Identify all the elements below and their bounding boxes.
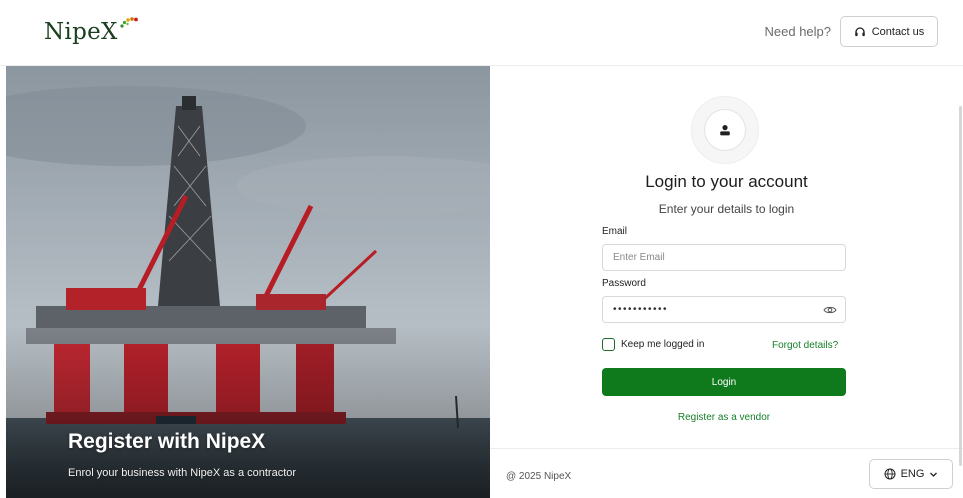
hero-panel: Register with NipeX Enrol your business … [6,66,490,498]
login-button[interactable]: Login [602,368,846,396]
user-icon [720,125,730,136]
login-panel: Login to your account Enter your details… [490,66,963,498]
contact-us-button[interactable]: Contact us [840,16,938,47]
contact-us-label: Contact us [871,25,925,38]
keep-logged-in-label[interactable]: Keep me logged in [621,339,704,350]
footer-divider [490,448,963,449]
eye-icon[interactable] [823,303,837,317]
globe-icon [884,468,896,480]
copyright-text: @ 2025 NipeX [506,471,572,482]
forgot-details-link[interactable]: Forgot details? [772,340,838,351]
avatar [704,109,746,151]
logo-mark-icon [120,17,138,28]
logo-text: NipeX [44,19,118,45]
hero-title: Register with NipeX [68,430,266,453]
register-vendor-link: Register as a vendor [490,412,958,423]
password-field[interactable] [602,296,846,323]
page-scrollbar[interactable] [958,66,963,498]
scroll-thumb[interactable] [959,106,962,466]
register-vendor-label[interactable]: Register as a vendor [678,412,770,423]
need-help-text: Need help? [764,24,832,39]
language-label: ENG [900,468,925,480]
nipex-logo[interactable]: NipeX [44,16,139,48]
login-title: Login to your account [645,172,808,191]
password-label: Password [602,278,646,289]
login-subtitle: Enter your details to login [658,202,795,216]
email-field[interactable] [602,244,846,271]
language-selector[interactable]: ENG [869,459,953,489]
keep-logged-in-checkbox[interactable] [602,338,615,351]
hero-subtitle: Enrol your business with NipeX as a cont… [68,467,297,479]
headset-icon [854,26,865,36]
top-header: NipeX Need help? Contact us [0,0,963,66]
keep-logged-in-row: Keep me logged in [602,338,704,351]
email-label: Email [602,226,628,237]
chevron-down-icon [930,472,938,477]
